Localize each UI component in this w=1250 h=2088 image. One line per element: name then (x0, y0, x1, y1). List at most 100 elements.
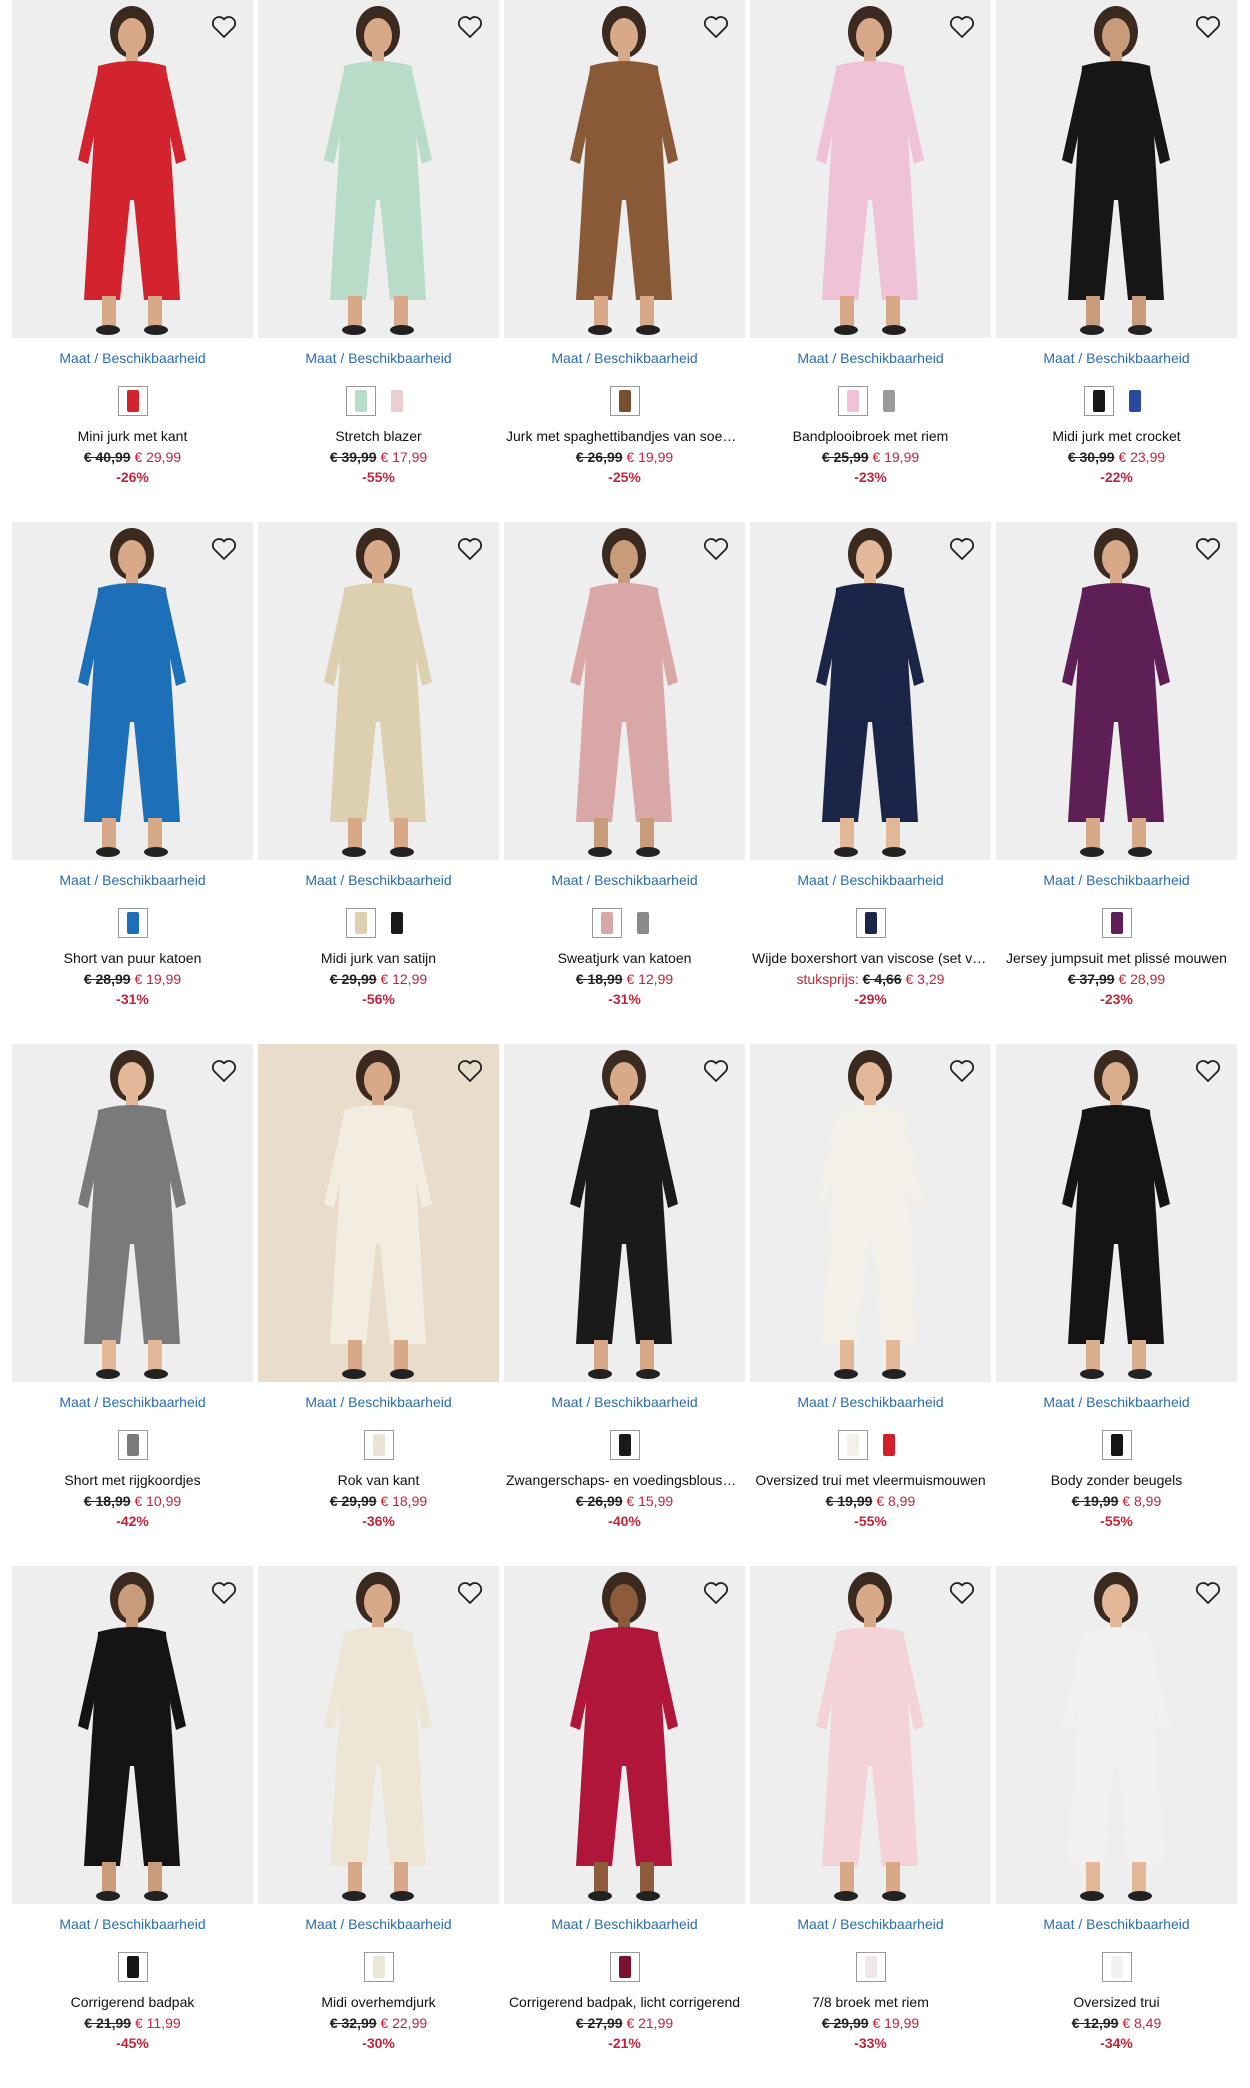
product-image[interactable] (750, 1044, 991, 1382)
product-card[interactable]: Maat / Beschikbaarheid Corrigerend badpa… (12, 1566, 253, 2088)
color-swatch[interactable] (609, 1430, 640, 1460)
product-image[interactable] (996, 522, 1237, 860)
wishlist-heart-icon[interactable] (453, 10, 487, 44)
wishlist-heart-icon[interactable] (453, 1054, 487, 1088)
color-swatch[interactable] (873, 1430, 904, 1460)
product-image[interactable] (258, 1044, 499, 1382)
wishlist-heart-icon[interactable] (945, 1576, 979, 1610)
product-image[interactable] (996, 1044, 1237, 1382)
size-availability-link[interactable]: Maat / Beschikbaarheid (504, 350, 745, 368)
product-name[interactable]: Corrigerend badpak (12, 1994, 253, 2012)
size-availability-link[interactable]: Maat / Beschikbaarheid (750, 350, 991, 368)
product-name[interactable]: Jersey jumpsuit met plissé mouwen (996, 950, 1237, 968)
wishlist-heart-icon[interactable] (945, 1054, 979, 1088)
size-availability-link[interactable]: Maat / Beschikbaarheid (258, 872, 499, 890)
product-card[interactable]: Maat / Beschikbaarheid Stretch blazer € … (258, 0, 499, 522)
color-swatch[interactable] (1101, 1952, 1132, 1982)
color-swatch[interactable] (117, 1952, 148, 1982)
product-name[interactable]: Rok van kant (258, 1472, 499, 1490)
wishlist-heart-icon[interactable] (1191, 1054, 1225, 1088)
product-card[interactable]: Maat / Beschikbaarheid Sweatjurk van kat… (504, 522, 745, 1044)
color-swatch[interactable] (873, 386, 904, 416)
size-availability-link[interactable]: Maat / Beschikbaarheid (996, 1916, 1237, 1934)
wishlist-heart-icon[interactable] (945, 10, 979, 44)
wishlist-heart-icon[interactable] (1191, 1576, 1225, 1610)
product-name[interactable]: Wijde boxershort van viscose (set van 2) (750, 950, 991, 968)
size-availability-link[interactable]: Maat / Beschikbaarheid (504, 872, 745, 890)
color-swatch[interactable] (837, 1430, 868, 1460)
color-swatch[interactable] (117, 386, 148, 416)
size-availability-link[interactable]: Maat / Beschikbaarheid (996, 1394, 1237, 1412)
color-swatch[interactable] (363, 1430, 394, 1460)
product-card[interactable]: Maat / Beschikbaarheid 7/8 broek met rie… (750, 1566, 991, 2088)
product-card[interactable]: Maat / Beschikbaarheid Midi overhemdjurk… (258, 1566, 499, 2088)
product-image[interactable] (504, 522, 745, 860)
size-availability-link[interactable]: Maat / Beschikbaarheid (996, 872, 1237, 890)
product-image[interactable] (258, 0, 499, 338)
color-swatch[interactable] (609, 1952, 640, 1982)
product-card[interactable]: Maat / Beschikbaarheid Short met rijgkoo… (12, 1044, 253, 1566)
color-swatch[interactable] (1101, 908, 1132, 938)
color-swatch[interactable] (345, 908, 376, 938)
product-name[interactable]: Midi jurk van satijn (258, 950, 499, 968)
product-card[interactable]: Maat / Beschikbaarheid Bandplooibroek me… (750, 0, 991, 522)
product-name[interactable]: 7/8 broek met riem (750, 1994, 991, 2012)
wishlist-heart-icon[interactable] (207, 532, 241, 566)
wishlist-heart-icon[interactable] (207, 1576, 241, 1610)
product-image[interactable] (504, 0, 745, 338)
color-swatch[interactable] (345, 386, 376, 416)
color-swatch[interactable] (591, 908, 622, 938)
product-image[interactable] (996, 0, 1237, 338)
color-swatch[interactable] (363, 1952, 394, 1982)
product-name[interactable]: Body zonder beugels (996, 1472, 1237, 1490)
product-card[interactable]: Maat / Beschikbaarheid Short van puur ka… (12, 522, 253, 1044)
wishlist-heart-icon[interactable] (699, 1576, 733, 1610)
product-card[interactable]: Maat / Beschikbaarheid Jersey jumpsuit m… (996, 522, 1237, 1044)
product-card[interactable]: Maat / Beschikbaarheid Oversized trui € … (996, 1566, 1237, 2088)
color-swatch[interactable] (837, 386, 868, 416)
size-availability-link[interactable]: Maat / Beschikbaarheid (504, 1916, 745, 1934)
size-availability-link[interactable]: Maat / Beschikbaarheid (12, 1394, 253, 1412)
size-availability-link[interactable]: Maat / Beschikbaarheid (12, 872, 253, 890)
product-name[interactable]: Stretch blazer (258, 428, 499, 446)
product-name[interactable]: Short van puur katoen (12, 950, 253, 968)
color-swatch[interactable] (381, 908, 412, 938)
size-availability-link[interactable]: Maat / Beschikbaarheid (258, 1394, 499, 1412)
product-name[interactable]: Oversized trui (996, 1994, 1237, 2012)
wishlist-heart-icon[interactable] (699, 10, 733, 44)
product-card[interactable]: Maat / Beschikbaarheid Midi jurk met cro… (996, 0, 1237, 522)
product-image[interactable] (750, 1566, 991, 1904)
product-name[interactable]: Oversized trui met vleermuismouwen (750, 1472, 991, 1490)
product-card[interactable]: Maat / Beschikbaarheid Corrigerend badpa… (504, 1566, 745, 2088)
product-card[interactable]: Maat / Beschikbaarheid Mini jurk met kan… (12, 0, 253, 522)
product-image[interactable] (750, 522, 991, 860)
color-swatch[interactable] (609, 386, 640, 416)
wishlist-heart-icon[interactable] (1191, 532, 1225, 566)
product-name[interactable]: Bandplooibroek met riem (750, 428, 991, 446)
product-card[interactable]: Maat / Beschikbaarheid Zwangerschaps- en… (504, 1044, 745, 1566)
product-name[interactable]: Corrigerend badpak, licht corrigerend (504, 1994, 745, 2012)
size-availability-link[interactable]: Maat / Beschikbaarheid (750, 872, 991, 890)
color-swatch[interactable] (381, 386, 412, 416)
product-image[interactable] (258, 1566, 499, 1904)
size-availability-link[interactable]: Maat / Beschikbaarheid (12, 350, 253, 368)
product-image[interactable] (12, 1566, 253, 1904)
product-card[interactable]: Maat / Beschikbaarheid Wijde boxershort … (750, 522, 991, 1044)
product-card[interactable]: Maat / Beschikbaarheid Midi jurk van sat… (258, 522, 499, 1044)
color-swatch[interactable] (117, 1430, 148, 1460)
product-image[interactable] (996, 1566, 1237, 1904)
product-name[interactable]: Jurk met spaghettibandjes van soepel val… (504, 428, 745, 446)
product-name[interactable]: Short met rijgkoordjes (12, 1472, 253, 1490)
product-image[interactable] (12, 1044, 253, 1382)
wishlist-heart-icon[interactable] (945, 532, 979, 566)
product-card[interactable]: Maat / Beschikbaarheid Jurk met spaghett… (504, 0, 745, 522)
size-availability-link[interactable]: Maat / Beschikbaarheid (12, 1916, 253, 1934)
color-swatch[interactable] (1083, 386, 1114, 416)
wishlist-heart-icon[interactable] (207, 10, 241, 44)
color-swatch[interactable] (855, 908, 886, 938)
wishlist-heart-icon[interactable] (453, 532, 487, 566)
wishlist-heart-icon[interactable] (699, 1054, 733, 1088)
product-name[interactable]: Sweatjurk van katoen (504, 950, 745, 968)
product-name[interactable]: Zwangerschaps- en voedingsblouse jurk (504, 1472, 745, 1490)
wishlist-heart-icon[interactable] (699, 532, 733, 566)
